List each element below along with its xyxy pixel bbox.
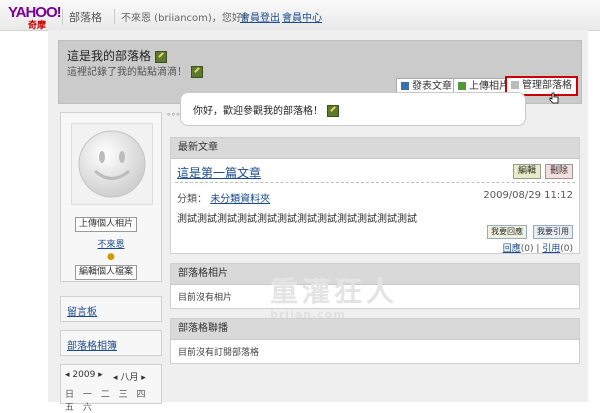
calendar-year[interactable]: ◂ 2009 ▸ <box>65 370 103 380</box>
profile-box: 上傳個人相片 不來恩 ● 編輯個人檔案 <box>60 112 162 282</box>
user-greeting: 不來恩 (briiancom)，您好！ <box>114 9 252 24</box>
guestbook-link[interactable]: 留言板 <box>67 303 97 318</box>
calendar-month[interactable]: ◂ 八月 ▸ <box>113 370 146 383</box>
cite-link[interactable]: 引用 <box>542 244 560 254</box>
site-name: 部落格 <box>62 9 102 25</box>
edit-pencil-icon[interactable] <box>327 105 339 117</box>
photo-icon <box>458 82 466 90</box>
yahoo-logo[interactable]: YAHOO! 奇摩 <box>8 4 62 30</box>
calendar: ◂ 2009 ▸ ◂ 八月 ▸ 日 一 二 三 四 五 六 <box>60 364 162 413</box>
user-icon: ● <box>107 252 115 262</box>
edit-post-button[interactable]: 編輯 <box>512 164 541 179</box>
avatar <box>71 123 153 205</box>
hand-cursor-icon <box>549 92 559 104</box>
edit-pencil-icon[interactable] <box>155 50 168 63</box>
profile-name-link[interactable]: 不來恩 <box>61 237 161 250</box>
upload-profile-photo-button[interactable]: 上傳個人相片 <box>75 217 138 232</box>
post-title-link[interactable]: 這是第一篇文章 <box>177 164 261 181</box>
post-body: 測試測試測試測試測試測試測試測試測試測試測試測試 <box>177 214 417 225</box>
reply-link[interactable]: 回應 <box>503 244 521 254</box>
pencil-icon <box>401 82 409 90</box>
latest-posts-panel: 最新文章 這是第一篇文章 編輯 刪除 分類： 未分類資料夾 2009/08/29… <box>170 137 580 254</box>
subscriptions-empty-text: 目前沒有訂閱部落格 <box>178 348 260 358</box>
post-date: 2009/08/29 11:12 <box>483 190 573 201</box>
smiley-avatar-icon <box>78 130 146 198</box>
cite-button[interactable]: 我要引用 <box>533 225 573 239</box>
blog-description: 這裡記錄了我的點點滴滴！ <box>67 63 203 78</box>
guestbook-box[interactable]: 留言板 <box>60 296 162 322</box>
latest-posts-heading: 最新文章 <box>171 138 579 159</box>
welcome-text: 你好，歡迎參觀我的部落格！ <box>193 106 323 117</box>
category-link[interactable]: 未分類資料夾 <box>210 194 270 205</box>
bubble-dots: ∘∘∘ <box>166 110 181 120</box>
subscriptions-heading: 部落格聯播 <box>171 319 579 340</box>
subscriptions-panel: 部落格聯播 目前沒有訂閱部落格 <box>170 318 580 364</box>
delete-post-button[interactable]: 刪除 <box>544 164 573 179</box>
logout-link[interactable]: 會員登出 <box>240 9 280 24</box>
reply-button[interactable]: 我要回應 <box>487 225 527 239</box>
post-counts: 回應(0) | 引用(0) <box>502 244 573 254</box>
welcome-bubble: 你好，歡迎參觀我的部落格！ <box>180 92 526 126</box>
album-link[interactable]: 部落格相簿 <box>67 337 117 352</box>
album-box[interactable]: 部落格相簿 <box>60 330 162 356</box>
calendar-weekdays: 日 一 二 三 四 五 六 <box>65 390 149 413</box>
top-bar: YAHOO! 奇摩 部落格 不來恩 (briiancom)，您好！ 會員登出 會員… <box>0 0 600 31</box>
wrench-icon <box>511 81 519 89</box>
divider <box>175 182 575 183</box>
member-center-link[interactable]: 會員中心 <box>282 9 322 24</box>
edit-profile-button[interactable]: 編輯個人檔案 <box>75 265 138 280</box>
post-category: 分類： 未分類資料夾 <box>177 194 271 205</box>
watermark: 重灌狂人 briian.com <box>270 275 399 321</box>
edit-pencil-icon[interactable] <box>191 66 203 78</box>
blog-title: 這是我的部落格 <box>67 47 168 64</box>
